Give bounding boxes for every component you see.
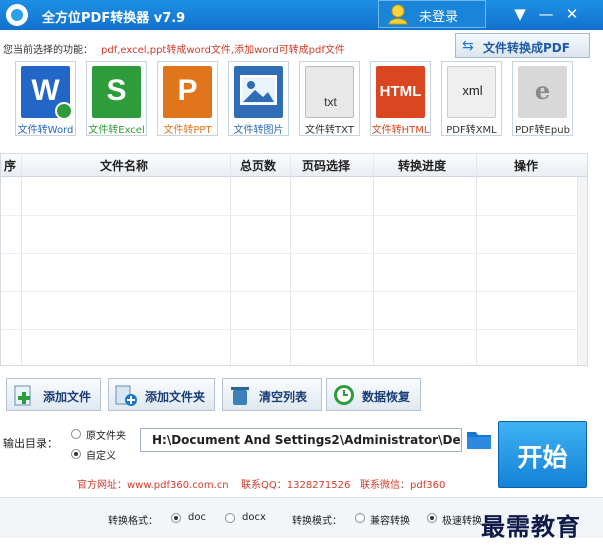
radio-format-docx-label: docx — [242, 512, 266, 523]
excel-icon: S — [92, 66, 141, 118]
output-path-field[interactable]: H:\Document And Settings2\Administrator\… — [140, 428, 462, 452]
row-divider — [1, 329, 587, 330]
format-xml-button[interactable]: xml PDF转XML — [441, 61, 502, 136]
table-header: 序 文件名称 总页数 页码选择 转换进度 操作 — [1, 154, 587, 177]
add-folder-icon — [115, 385, 137, 406]
format-epub-label: PDF转Epub — [515, 125, 570, 136]
website-text: 官方网址：www.pdf360.com.cn — [77, 480, 229, 491]
format-xml-label: PDF转XML — [446, 125, 497, 136]
radio-source-folder[interactable] — [71, 429, 81, 439]
add-folder-label: 添加文件夹 — [145, 390, 206, 404]
format-txt-label: 文件转TXT — [305, 125, 354, 136]
radio-format-doc[interactable] — [171, 513, 181, 523]
function-hint-value: pdf,excel,ppt转成word文件,添加word可转成pdf文件 — [101, 45, 345, 56]
radio-format-doc-label: doc — [188, 512, 206, 523]
convert-to-pdf-label: 文件转换成PDF — [483, 41, 570, 55]
radio-source-folder-label: 原文件夹 — [86, 431, 126, 442]
row-divider — [1, 215, 587, 216]
xml-icon: xml — [447, 66, 496, 118]
minimize-button[interactable]: — — [535, 3, 557, 25]
col-total-pages: 总页数 — [240, 159, 277, 173]
format-excel-label: 文件转Excel — [88, 125, 145, 136]
radio-custom-folder[interactable] — [71, 449, 81, 459]
word-icon: W — [21, 66, 73, 120]
col-filename: 文件名称 — [100, 159, 149, 173]
watermark-text: 最需教育 — [481, 512, 581, 541]
selected-check-icon — [55, 102, 73, 120]
txt-icon: txt — [305, 66, 354, 118]
column-divider — [290, 154, 291, 365]
format-ppt-label: 文件转PPT — [163, 125, 212, 136]
format-option-label: 转换格式： — [108, 516, 158, 527]
menu-dropdown-icon[interactable]: ▼ — [509, 3, 531, 25]
app-title: 全方位PDF转换器 v7.9 — [42, 11, 186, 26]
column-divider — [373, 154, 374, 365]
qq-text: 联系QQ：1328271526 — [241, 480, 351, 491]
browse-folder-icon[interactable] — [466, 428, 492, 450]
radio-custom-folder-label: 自定义 — [86, 451, 116, 462]
format-epub-button[interactable]: e PDF转Epub — [512, 61, 573, 136]
col-actions: 操作 — [514, 159, 539, 173]
output-dir-label: 输出目录： — [3, 437, 58, 450]
add-file-icon — [14, 385, 31, 406]
col-progress: 转换进度 — [398, 159, 447, 173]
row-divider — [1, 253, 587, 254]
close-button[interactable]: ✕ — [561, 3, 583, 25]
epub-icon: e — [518, 66, 567, 118]
format-image-label: 文件转图片 — [233, 125, 284, 136]
format-excel-button[interactable]: S 文件转Excel — [86, 61, 147, 136]
format-word-button[interactable]: W 文件转Word — [15, 61, 76, 136]
table-scrollbar[interactable] — [577, 177, 587, 365]
html-icon: HTML — [376, 66, 425, 118]
recover-data-button[interactable]: 数据恢复 — [326, 378, 421, 411]
start-button-label: 开始 — [517, 443, 568, 472]
function-hint-label: 您当前选择的功能： — [3, 45, 93, 56]
radio-mode-fast[interactable] — [427, 513, 437, 523]
format-html-label: 文件转HTML — [371, 125, 430, 136]
wechat-text: 联系微信：pdf360 — [360, 480, 446, 491]
ppt-icon: P — [163, 66, 212, 118]
row-divider — [1, 291, 587, 292]
swap-arrows-icon: ⇆ — [462, 38, 474, 54]
radio-mode-compatible-label: 兼容转换 — [370, 516, 410, 527]
format-html-button[interactable]: HTML 文件转HTML — [370, 61, 431, 136]
convert-to-pdf-button[interactable]: ⇆ 文件转换成PDF — [455, 33, 590, 58]
radio-mode-compatible[interactable] — [355, 513, 365, 523]
format-ppt-button[interactable]: P 文件转PPT — [157, 61, 218, 136]
add-file-button[interactable]: 添加文件 — [6, 378, 101, 411]
column-divider — [230, 154, 231, 365]
add-folder-button[interactable]: 添加文件夹 — [108, 378, 215, 411]
file-table[interactable]: 序 文件名称 总页数 页码选择 转换进度 操作 — [0, 153, 588, 366]
title-bar: 全方位PDF转换器 v7.9 未登录 ▼ — ✕ — [0, 0, 603, 30]
add-file-label: 添加文件 — [43, 390, 92, 404]
format-txt-button[interactable]: txt 文件转TXT — [299, 61, 360, 136]
clear-list-label: 清空列表 — [259, 390, 308, 404]
clear-list-button[interactable]: 清空列表 — [222, 378, 322, 411]
recover-data-label: 数据恢复 — [362, 390, 411, 404]
format-word-label: 文件转Word — [17, 125, 74, 136]
trash-icon — [231, 387, 249, 405]
login-label: 未登录 — [419, 10, 459, 25]
login-button[interactable]: 未登录 — [378, 0, 486, 28]
app-logo-icon — [6, 4, 28, 26]
format-image-button[interactable]: 文件转图片 — [228, 61, 289, 136]
user-icon — [388, 4, 408, 25]
col-index: 序 — [4, 159, 17, 173]
image-icon — [234, 66, 283, 118]
clock-restore-icon — [334, 385, 354, 405]
column-divider — [21, 154, 22, 365]
column-divider — [476, 154, 477, 365]
col-page-select: 页码选择 — [302, 159, 351, 173]
radio-format-docx[interactable] — [225, 513, 235, 523]
mode-option-label: 转换模式： — [292, 516, 342, 527]
radio-mode-fast-label: 极速转换 — [442, 516, 482, 527]
start-button[interactable]: 开始 — [498, 421, 587, 488]
